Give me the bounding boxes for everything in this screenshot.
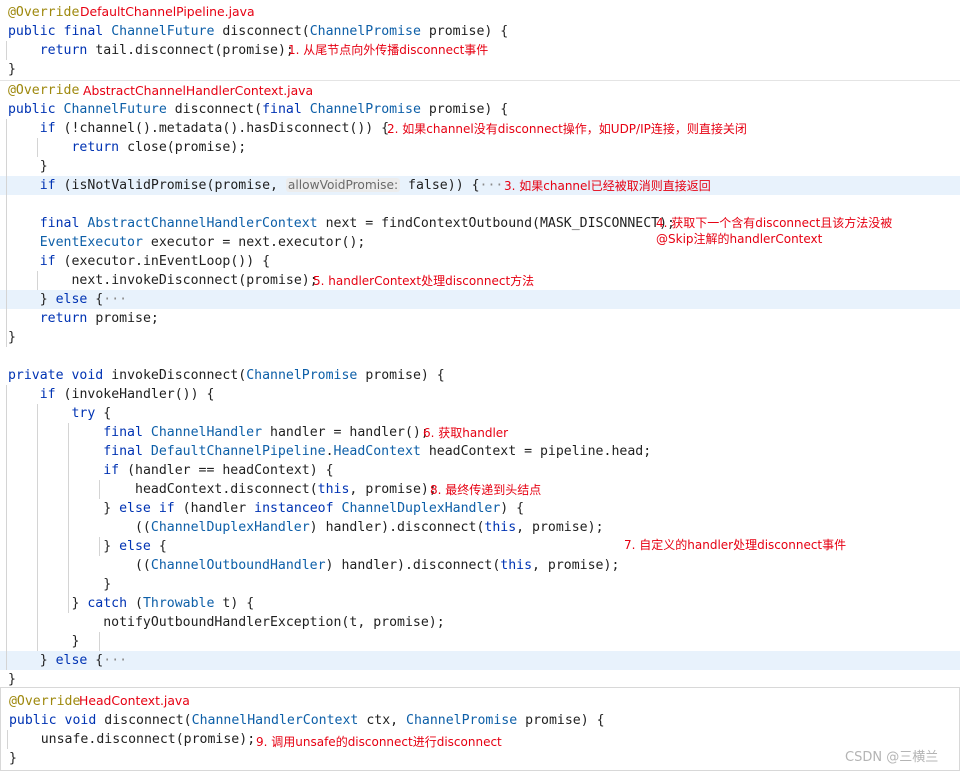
code-line: } (7, 159, 48, 174)
indent-guide (6, 385, 7, 670)
annotation-step-1: 1. 从尾节点向外传播disconnect事件 (288, 43, 489, 57)
code-line: return close(promise); (71, 140, 247, 155)
code-panel-abstract-channel-handler-context: @Override public ChannelFuture disconnec… (0, 80, 960, 689)
code-line: } (7, 330, 16, 345)
code-line: } (7, 62, 16, 77)
csdn-watermark: CSDN @三横兰 (845, 750, 939, 765)
annotation-filename-head-context: HeadContext.java (79, 693, 190, 708)
annotation-step-5: 5. handlerContext处理disconnect方法 (313, 274, 535, 288)
code-line: } (8, 751, 17, 766)
indent-guide (68, 423, 69, 613)
indent-guide (99, 537, 100, 556)
code-panel-head-context: @Override public void disconnect(Channel… (0, 687, 960, 771)
code-line: return promise; (39, 311, 159, 326)
indent-guide (37, 138, 38, 157)
code-line: } else {··· (0, 290, 960, 309)
annotation-step-4: 4. 获取下一个含有disconnect且该方法没被 (656, 216, 893, 230)
folded-code-ellipsis[interactable]: ··· (480, 178, 504, 193)
code-line: public void disconnect(ChannelHandlerCon… (8, 713, 605, 728)
folded-code-ellipsis[interactable]: ··· (103, 292, 127, 307)
indent-guide (99, 632, 100, 651)
code-line: if (executor.inEventLoop()) { (39, 254, 271, 269)
indent-guide (37, 271, 38, 290)
parameter-hint: allowVoidPromise: (285, 178, 401, 192)
code-line: if (invokeHandler()) { (39, 387, 215, 402)
code-line: if (isNotValidPromise(promise, allowVoid… (0, 176, 960, 195)
code-line: } (7, 634, 80, 649)
annotation-step-3: 3. 如果channel已经被取消则直接返回 (504, 179, 711, 193)
code-line: notifyOutboundHandlerException(t, promis… (103, 615, 445, 630)
annotation-step-7: 7. 自定义的handler处理disconnect事件 (624, 538, 847, 552)
annotation-step-8: 8. 最终传递到头结点 (430, 483, 542, 497)
indent-guide (99, 480, 100, 499)
indent-guide (37, 404, 38, 651)
code-line: try { (71, 406, 112, 421)
indent-guide (6, 41, 7, 60)
indent-guide (7, 730, 8, 749)
code-line: private void invokeDisconnect(ChannelPro… (7, 368, 445, 383)
code-line: public final ChannelFuture disconnect(Ch… (7, 24, 509, 39)
code-line: } catch (Throwable t) { (7, 596, 255, 611)
annotation-step-6: 6. 获取handler (423, 426, 509, 440)
annotation-step-2: 2. 如果channel没有disconnect操作，如UDP/IP连接，则直接… (387, 122, 747, 136)
code-line: ((ChannelDuplexHandler) handler).disconn… (7, 520, 604, 535)
annotation-filename-context: AbstractChannelHandlerContext.java (83, 83, 314, 98)
code-line: } else if (handler instanceof ChannelDup… (7, 501, 525, 516)
code-line: public ChannelFuture disconnect(final Ch… (7, 102, 509, 117)
annotation-step-9: 9. 调用unsafe的disconnect进行disconnect (256, 735, 502, 749)
annotation-step-4-continued: @Skip注解的handlerContext (656, 232, 823, 246)
code-line: } (7, 577, 112, 592)
folded-code-ellipsis[interactable]: ··· (103, 653, 127, 668)
indent-guide (6, 119, 7, 347)
code-panel-default-channel-pipeline: @Override public final ChannelFuture dis… (0, 0, 960, 78)
code-line: ((ChannelOutboundHandler) handler).disco… (7, 558, 620, 573)
annotation-filename-pipeline: DefaultChannelPipeline.java (80, 4, 255, 19)
code-line: if (handler == headContext) { (103, 463, 334, 478)
code-line: } else {··· (0, 651, 960, 670)
code-line: final DefaultChannelPipeline.HeadContext… (103, 444, 652, 459)
